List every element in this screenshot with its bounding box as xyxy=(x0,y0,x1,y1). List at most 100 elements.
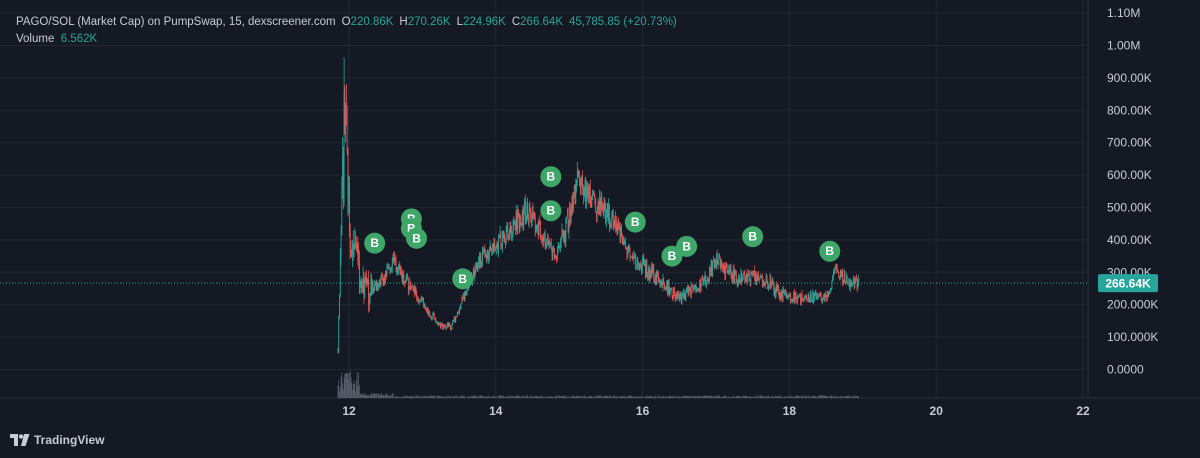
candle-body-465 xyxy=(693,288,694,291)
candle-body-588 xyxy=(787,295,788,297)
chart-area[interactable]: BBBBBBBBBBBB0.0000100.000K200.000K300.00… xyxy=(0,0,1200,458)
candle-body-613 xyxy=(806,297,808,300)
candle-body-514 xyxy=(730,268,732,278)
candle-body-159 xyxy=(459,308,460,313)
candle-body-204 xyxy=(493,243,495,249)
candle-body-508 xyxy=(726,264,727,269)
candle-body-63 xyxy=(385,272,387,276)
candle-body-538 xyxy=(748,274,750,280)
candle-body-429 xyxy=(665,288,667,290)
volume-bar-260 xyxy=(536,396,538,398)
volume-bar-135 xyxy=(440,396,442,398)
volume-bar-618 xyxy=(810,397,811,398)
volume-bar-652 xyxy=(836,396,837,398)
volume-bar-233 xyxy=(515,396,517,398)
volume-bar-600 xyxy=(796,395,798,398)
candle-body-391 xyxy=(636,256,638,268)
candle-body-340 xyxy=(597,201,599,209)
candle-body-309 xyxy=(573,184,575,195)
volume-bar-291 xyxy=(560,396,561,398)
volume-bar-265 xyxy=(540,395,541,398)
volume-bar-139 xyxy=(443,396,445,398)
candle-body-194 xyxy=(485,256,487,260)
price-chart-svg[interactable]: BBBBBBBBBBBB0.0000100.000K200.000K300.00… xyxy=(0,0,1200,458)
buy-marker-label-5: B xyxy=(547,170,556,184)
volume-bar-523 xyxy=(737,396,739,398)
candle-body-267 xyxy=(541,236,543,238)
volume-bar-148 xyxy=(450,396,452,398)
candle-body-294 xyxy=(562,229,564,232)
legend-change-value: 45,785.85 (+20.73%) xyxy=(569,16,677,28)
tradingview-brand[interactable]: TradingView xyxy=(10,433,104,447)
volume-bar-593 xyxy=(791,395,792,398)
volume-bar-316 xyxy=(579,396,580,398)
candle-body-239 xyxy=(520,216,522,225)
volume-bar-253 xyxy=(531,396,532,398)
y-tick-label-10: 1.00M xyxy=(1107,39,1140,53)
candle-body-183 xyxy=(477,267,479,270)
candle-body-13 xyxy=(347,149,349,198)
candle-body-25 xyxy=(356,248,358,251)
volume-bar-177 xyxy=(472,395,474,398)
volume-bar-596 xyxy=(793,396,795,398)
volume-bar-78 xyxy=(397,396,398,398)
volume-bar-267 xyxy=(541,395,543,398)
volume-bar-132 xyxy=(438,395,440,398)
candle-body-467 xyxy=(694,285,696,287)
legend-low-value: 224.96K xyxy=(462,16,506,28)
candle-body-105 xyxy=(417,298,419,303)
volume-bar-524 xyxy=(738,395,739,398)
candle-body-530 xyxy=(742,273,744,276)
candle-body-35 xyxy=(364,283,366,296)
candle-body-117 xyxy=(427,307,428,313)
volume-bar-613 xyxy=(806,396,808,398)
candle-body-257 xyxy=(534,212,535,220)
candle-body-433 xyxy=(668,283,670,295)
volume-bar-679 xyxy=(856,395,858,398)
volume-bar-88 xyxy=(404,395,406,398)
candle-body-128 xyxy=(435,320,437,322)
volume-bar-252 xyxy=(530,395,532,398)
candle-body-478 xyxy=(703,279,704,285)
candle-body-394 xyxy=(638,263,640,269)
volume-bar-478 xyxy=(703,396,704,398)
volume-bar-576 xyxy=(778,395,779,398)
candle-body-196 xyxy=(487,251,489,259)
candle-body-210 xyxy=(498,237,499,253)
volume-bar-403 xyxy=(645,395,647,398)
volume-bar-53 xyxy=(378,393,379,398)
volume-bar-250 xyxy=(528,397,530,398)
volume-bar-517 xyxy=(732,395,734,398)
volume-bar-48 xyxy=(374,393,376,398)
candle-body-339 xyxy=(596,208,598,216)
candle-body-357 xyxy=(610,225,612,228)
volume-bar-487 xyxy=(709,395,711,398)
candle-body-62 xyxy=(385,272,386,283)
candle-body-354 xyxy=(608,205,610,221)
candle-body-197 xyxy=(488,256,489,259)
volume-bar-585 xyxy=(784,396,786,398)
candle-body-432 xyxy=(667,283,669,294)
volume-bar-109 xyxy=(420,395,422,398)
candle-body-388 xyxy=(634,254,635,256)
volume-bar-578 xyxy=(779,395,781,398)
candle-body-412 xyxy=(652,268,654,274)
candle-body-392 xyxy=(637,256,639,266)
candle-body-79 xyxy=(398,269,399,274)
candle-body-480 xyxy=(704,275,706,278)
volume-bar-313 xyxy=(576,396,578,398)
volume-bar-305 xyxy=(570,396,572,398)
candle-body-443 xyxy=(676,292,678,297)
candle-body-405 xyxy=(647,276,648,278)
candle-body-554 xyxy=(761,275,762,277)
candle-body-95 xyxy=(410,281,411,289)
volume-bar-133 xyxy=(439,396,441,398)
volume-bar-182 xyxy=(476,397,478,398)
candle-body-498 xyxy=(718,256,720,265)
volume-bar-672 xyxy=(851,395,853,398)
volume-bar-466 xyxy=(693,396,695,398)
volume-bar-622 xyxy=(813,396,814,398)
candle-body-535 xyxy=(746,273,748,282)
candle-body-511 xyxy=(728,269,730,271)
volume-bar-238 xyxy=(519,396,521,398)
